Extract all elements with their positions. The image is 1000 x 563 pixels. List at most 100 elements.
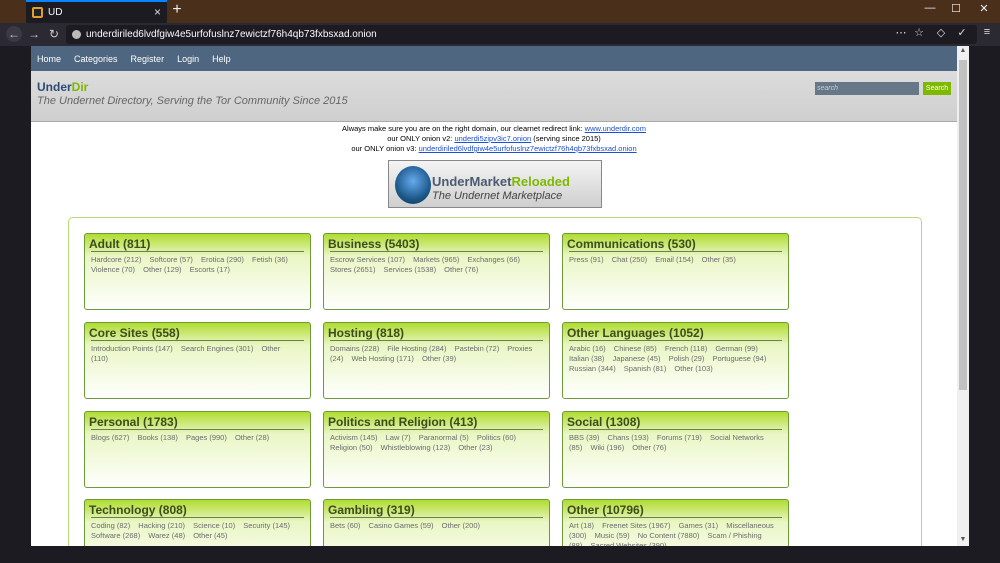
category-title[interactable]: Adult (811) — [85, 234, 310, 251]
subcategory-link[interactable]: File Hosting (284) — [387, 344, 446, 353]
subcategory-link[interactable]: Other (39) — [422, 354, 456, 363]
subcategory-link[interactable]: Coding (82) — [91, 521, 130, 530]
category-title[interactable]: Business (5403) — [324, 234, 549, 251]
subcategory-link[interactable]: Other (200) — [442, 521, 480, 530]
subcategory-link[interactable]: Introduction Points (147) — [91, 344, 173, 353]
scrollbar-thumb[interactable] — [959, 60, 967, 390]
browser-tab[interactable]: UD × — [26, 0, 167, 23]
subcategory-link[interactable]: French (118) — [665, 344, 707, 353]
category-title[interactable]: Communications (530) — [563, 234, 788, 251]
new-tab-icon[interactable]: + — [170, 1, 184, 19]
subcategory-link[interactable]: Softcore (57) — [150, 255, 193, 264]
forward-icon[interactable]: → — [26, 26, 42, 42]
site-info-icon[interactable] — [72, 30, 81, 39]
search-input[interactable]: search — [815, 82, 919, 95]
subcategory-link[interactable]: Italian (38) — [569, 354, 604, 363]
scrollbar[interactable]: ▲ ▼ — [957, 46, 969, 546]
subcategory-link[interactable]: Music (59) — [595, 531, 630, 540]
shield-icon[interactable]: ◇ — [933, 26, 949, 39]
subcategory-link[interactable]: Escrow Services (107) — [330, 255, 405, 264]
subcategory-link[interactable]: Portuguese (94) — [713, 354, 767, 363]
subcategory-link[interactable]: Exchanges (66) — [467, 255, 520, 264]
subcategory-link[interactable]: No Content (7880) — [638, 531, 700, 540]
subcategory-link[interactable]: Art (18) — [569, 521, 594, 530]
onion-v2-link[interactable]: underdi5zipv3ic7.onion — [454, 134, 531, 143]
subcategory-link[interactable]: Pastebin (72) — [455, 344, 500, 353]
subcategory-link[interactable]: Politics (60) — [477, 433, 516, 442]
subcategory-link[interactable]: Books (138) — [137, 433, 177, 442]
nav-categories[interactable]: Categories — [74, 54, 118, 64]
site-logo[interactable]: UnderDir — [37, 80, 88, 94]
subcategory-link[interactable]: Fetish (36) — [252, 255, 288, 264]
reload-icon[interactable]: ↻ — [46, 26, 62, 42]
category-title[interactable]: Personal (1783) — [85, 412, 310, 429]
subcategory-link[interactable]: BBS (39) — [569, 433, 599, 442]
subcategory-link[interactable]: Activism (145) — [330, 433, 378, 442]
subcategory-link[interactable]: Polish (29) — [669, 354, 705, 363]
page-actions-icon[interactable]: ⋯ — [893, 26, 909, 39]
subcategory-link[interactable]: Other (76) — [632, 443, 666, 452]
subcategory-link[interactable]: Software (268) — [91, 531, 140, 540]
subcategory-link[interactable]: Other (76) — [444, 265, 478, 274]
subcategory-link[interactable]: Whistleblowing (123) — [381, 443, 451, 452]
subcategory-link[interactable]: Casino Games (59) — [369, 521, 434, 530]
bookmark-star-icon[interactable]: ☆ — [911, 26, 927, 39]
url-bar[interactable]: underdiriled6lvdfgiw4e5urfofuslnz7ewictz… — [66, 25, 977, 44]
subcategory-link[interactable]: Other (45) — [193, 531, 227, 540]
subcategory-link[interactable]: Russian (344) — [569, 364, 616, 373]
subcategory-link[interactable]: Spanish (81) — [624, 364, 667, 373]
category-title[interactable]: Technology (808) — [85, 500, 310, 517]
subcategory-link[interactable]: Paranormal (5) — [419, 433, 469, 442]
category-title[interactable]: Hosting (818) — [324, 323, 549, 340]
minimize-icon[interactable]: — — [920, 2, 940, 14]
subcategory-link[interactable]: Bets (60) — [330, 521, 360, 530]
subcategory-link[interactable]: Erotica (290) — [201, 255, 244, 264]
subcategory-link[interactable]: Domains (228) — [330, 344, 379, 353]
subcategory-link[interactable]: Stores (2651) — [330, 265, 375, 274]
subcategory-link[interactable]: Other (129) — [143, 265, 181, 274]
category-title[interactable]: Other Languages (1052) — [563, 323, 788, 340]
subcategory-link[interactable]: Press (91) — [569, 255, 604, 264]
nav-home[interactable]: Home — [37, 54, 61, 64]
nav-help[interactable]: Help — [212, 54, 231, 64]
subcategory-link[interactable]: Chinese (85) — [614, 344, 657, 353]
subcategory-link[interactable]: Science (10) — [193, 521, 235, 530]
subcategory-link[interactable]: Other (28) — [235, 433, 269, 442]
subcategory-link[interactable]: Blogs (627) — [91, 433, 129, 442]
subcategory-link[interactable]: Services (1538) — [384, 265, 437, 274]
category-title[interactable]: Other (10796) — [563, 500, 788, 517]
clearnet-link[interactable]: www.underdir.com — [585, 124, 646, 133]
subcategory-link[interactable]: Escorts (17) — [190, 265, 230, 274]
subcategory-link[interactable]: Forums (719) — [657, 433, 702, 442]
subcategory-link[interactable]: Email (154) — [655, 255, 693, 264]
category-title[interactable]: Politics and Religion (413) — [324, 412, 549, 429]
subcategory-link[interactable]: Web Hosting (171) — [351, 354, 413, 363]
nav-login[interactable]: Login — [177, 54, 199, 64]
subcategory-link[interactable]: Other (35) — [702, 255, 736, 264]
subcategory-link[interactable]: Arabic (16) — [569, 344, 606, 353]
subcategory-link[interactable]: Security (145) — [243, 521, 290, 530]
scroll-up-icon[interactable]: ▲ — [957, 47, 969, 54]
category-title[interactable]: Social (1308) — [563, 412, 788, 429]
back-icon[interactable]: ← — [6, 26, 22, 42]
close-tab-icon[interactable]: × — [154, 5, 161, 19]
subcategory-link[interactable]: Hacking (210) — [138, 521, 185, 530]
subcategory-link[interactable]: Chans (193) — [608, 433, 649, 442]
subcategory-link[interactable]: Violence (70) — [91, 265, 135, 274]
maximize-icon[interactable]: ☐ — [946, 2, 966, 15]
subcategory-link[interactable]: Law (7) — [386, 433, 411, 442]
subcategory-link[interactable]: Japanese (45) — [613, 354, 661, 363]
subcategory-link[interactable]: Other (103) — [674, 364, 712, 373]
nav-register[interactable]: Register — [131, 54, 165, 64]
subcategory-link[interactable]: Markets (965) — [413, 255, 459, 264]
subcategory-link[interactable]: Hardcore (212) — [91, 255, 141, 264]
subcategory-link[interactable]: Other (23) — [458, 443, 492, 452]
undermarket-banner[interactable]: UnderMarketReloaded The Undernet Marketp… — [388, 160, 602, 208]
category-title[interactable]: Gambling (319) — [324, 500, 549, 517]
category-title[interactable]: Core Sites (558) — [85, 323, 310, 340]
subcategory-link[interactable]: Search Engines (301) — [181, 344, 254, 353]
menu-icon[interactable]: ≡ — [979, 26, 995, 38]
subcategory-link[interactable]: Freenet Sites (1967) — [602, 521, 670, 530]
subcategory-link[interactable]: German (99) — [715, 344, 758, 353]
subcategory-link[interactable]: Wiki (196) — [590, 443, 624, 452]
